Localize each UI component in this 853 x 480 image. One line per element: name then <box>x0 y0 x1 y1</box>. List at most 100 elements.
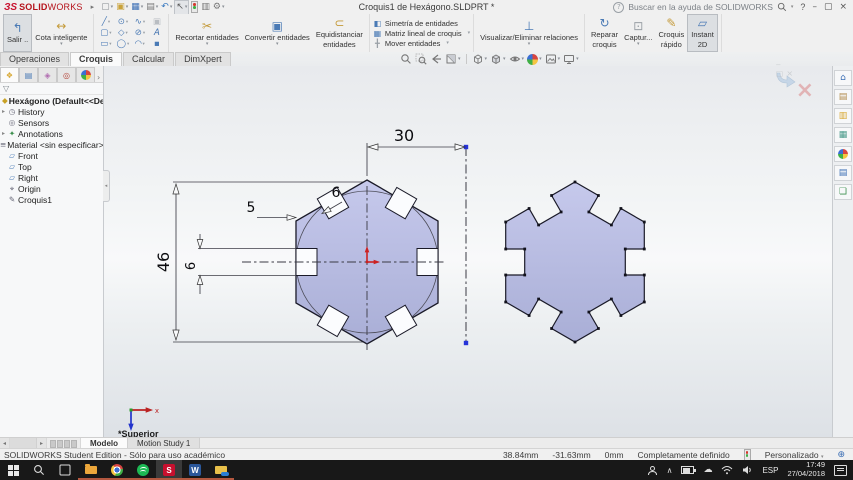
wifi-icon[interactable] <box>721 465 733 475</box>
minimize-button[interactable]: – <box>812 2 817 12</box>
view-settings-button[interactable]: ▾ <box>563 53 579 65</box>
display-manager-tab[interactable] <box>76 67 95 82</box>
zoom-to-fit-button[interactable] <box>400 53 412 65</box>
close-button[interactable]: × <box>839 2 847 12</box>
print-button[interactable]: ▤ ▾ <box>145 1 159 14</box>
zoom-to-area-button[interactable] <box>415 53 427 65</box>
home-tab-icon[interactable]: ⌂ <box>834 70 853 86</box>
ellipse-tool[interactable]: ⊘ ▾ <box>131 28 148 38</box>
tree-item-history[interactable]: ▸ ◷ History <box>0 106 103 117</box>
tree-filter[interactable]: ▽ <box>0 83 103 95</box>
onedrive-cloud-icon[interactable]: ☁ <box>703 465 712 475</box>
battery-icon[interactable] <box>681 466 696 474</box>
solidworks-taskbar-icon[interactable]: S <box>156 460 182 480</box>
open-button[interactable]: ▣ ▾ <box>115 1 129 14</box>
offset-entities-button[interactable]: ⊂ Equidistanciar entidades <box>313 15 366 51</box>
tab-operaciones[interactable]: Operaciones <box>0 52 70 66</box>
sketch-canvas[interactable]: 46 30 6 5 6 x <box>104 66 833 437</box>
tree-item-croquis1[interactable]: ✎ Croquis1 <box>0 194 103 205</box>
property-manager-tab[interactable]: ▤ <box>19 67 38 82</box>
view-palette-icon[interactable]: ▦ <box>834 127 853 143</box>
cancel-sketch-icon[interactable]: × <box>796 80 814 102</box>
menu-flyout-icon[interactable]: ▸ <box>91 3 95 11</box>
view-orientation-button[interactable]: ▾ <box>472 53 487 65</box>
tree-item-annotations[interactable]: ▸ ✦ Annotations <box>0 128 103 139</box>
previous-view-button[interactable] <box>430 53 442 65</box>
help-search-box[interactable]: ? Buscar en la ayuda de SOLIDWORKS ▾ <box>613 1 793 13</box>
move-entities-button[interactable]: ╋ Mover entidades ▾ <box>373 39 470 48</box>
panel-tabs-overflow[interactable]: › <box>97 73 100 82</box>
search-icon[interactable] <box>777 2 787 12</box>
custom-properties-icon[interactable]: ▤ <box>834 165 853 181</box>
tree-item-origin[interactable]: ⌖ Origin <box>0 183 103 194</box>
line-tool[interactable]: ╱ ▾ <box>97 17 114 27</box>
graphics-viewport[interactable]: 46 30 6 5 6 x *Superior ‒▢× × <box>104 60 833 439</box>
restore-button[interactable]: ▢ <box>824 2 833 12</box>
configuration-manager-tab[interactable]: ◈ <box>38 67 57 82</box>
trim-entities-button[interactable]: ✂ Recortar entidades ▾ <box>172 15 241 51</box>
tree-item-right-plane[interactable]: ▱ Right <box>0 172 103 183</box>
file-properties-button[interactable]: ▥ <box>200 1 211 14</box>
people-icon[interactable] <box>647 465 658 476</box>
language-indicator[interactable]: ESP <box>762 466 778 475</box>
spotify-taskbar-icon[interactable] <box>130 460 156 480</box>
display-style-button[interactable]: ▾ <box>490 53 506 65</box>
tree-item-material[interactable]: ≡ Material <sin especificar> <box>0 139 103 150</box>
help-button[interactable]: ? <box>800 2 805 12</box>
apply-scene-button[interactable]: ▾ <box>545 53 560 65</box>
fillet-tool[interactable]: ▣ <box>148 17 165 27</box>
display-relations-button[interactable]: ⊥ Visualizar/Eliminar relaciones ▾ <box>477 15 581 51</box>
tab-dimxpert[interactable]: DimXpert <box>175 52 231 66</box>
spline-tool[interactable]: ∿ ▾ <box>131 17 148 27</box>
undo-button[interactable]: ↶ ▾ <box>160 1 173 14</box>
edit-appearance-button[interactable]: ▾ <box>527 53 542 65</box>
panel-collapse-handle[interactable]: ◂ <box>103 170 110 202</box>
new-document-button[interactable]: ▢ ▾ <box>100 1 114 14</box>
polygon-tool[interactable]: ◇ ▾ <box>114 28 131 38</box>
dimxpert-manager-tab[interactable]: ◎ <box>57 67 76 82</box>
point-tool[interactable]: ▪ <box>148 39 165 49</box>
slot-tool[interactable]: ▭ ▾ <box>97 39 114 49</box>
clock[interactable]: 17:49 27/04/2018 <box>787 461 825 478</box>
arc-center-tool[interactable]: ◯ ▾ <box>114 39 131 49</box>
appearances-icon[interactable] <box>834 146 853 162</box>
rebuild-traffic-light-button[interactable] <box>190 1 199 14</box>
rapid-sketch-button[interactable]: ✎ Croquis rápido <box>655 15 687 51</box>
action-center-icon[interactable] <box>834 464 847 476</box>
tab-croquis[interactable]: Croquis <box>70 52 123 66</box>
section-view-button[interactable]: ▾ <box>445 53 461 65</box>
capture-button[interactable]: ⊡ Captur... ▾ <box>621 15 655 51</box>
rectangle-tool[interactable]: ▢ ▾ <box>97 28 114 38</box>
mirror-entities-button[interactable]: ◧ Simetría de entidades <box>373 19 470 28</box>
feature-tree-tab[interactable]: ❖ <box>0 67 19 82</box>
tab-calcular[interactable]: Calcular <box>123 52 175 66</box>
options-button[interactable]: ⚙ ▾ <box>212 1 226 14</box>
tree-root-part[interactable]: ◆ Hexágono (Default<<Default> <box>0 95 103 106</box>
file-explorer-taskbar-icon[interactable] <box>78 460 104 480</box>
tray-expand-icon[interactable]: ∧ <box>667 466 673 475</box>
linear-pattern-button[interactable]: ▦ Matriz lineal de croquis ▾ <box>373 29 471 38</box>
units-selector[interactable]: Personalizado ▾ <box>765 450 824 460</box>
task-view-button[interactable] <box>52 460 78 480</box>
exit-sketch-button[interactable]: ↰ Salir .. <box>3 14 33 52</box>
repair-sketch-button[interactable]: ↻ Reparar croquis <box>588 15 621 51</box>
text-tool[interactable]: A <box>148 28 165 38</box>
arc-tool[interactable]: ◠ ▾ <box>131 39 148 49</box>
chrome-taskbar-icon[interactable] <box>104 460 130 480</box>
forum-icon[interactable]: ❏ <box>834 184 853 200</box>
tree-item-front-plane[interactable]: ▱ Front <box>0 150 103 161</box>
convert-entities-button[interactable]: ▣ Convertir entidades ▾ <box>242 15 313 51</box>
start-button[interactable] <box>0 460 26 480</box>
select-tool-button[interactable]: ↖ ▾ <box>174 0 190 15</box>
tree-item-top-plane[interactable]: ▱ Top <box>0 161 103 172</box>
smart-dimension-button[interactable]: ↔ Cota inteligente ▾ <box>32 15 90 51</box>
instant-2d-button[interactable]: ▱ Instant 2D <box>687 14 718 52</box>
circle-tool[interactable]: ⊙ ▾ <box>114 17 131 27</box>
design-library-icon[interactable]: ▤ <box>834 89 853 105</box>
volume-icon[interactable] <box>742 465 753 475</box>
word-taskbar-icon[interactable]: W <box>182 460 208 480</box>
tree-item-sensors[interactable]: ◎ Sensors <box>0 117 103 128</box>
taskbar-search-button[interactable] <box>26 460 52 480</box>
onedrive-folder-taskbar-icon[interactable] <box>208 460 234 480</box>
file-explorer-icon[interactable]: ▥ <box>834 108 853 124</box>
